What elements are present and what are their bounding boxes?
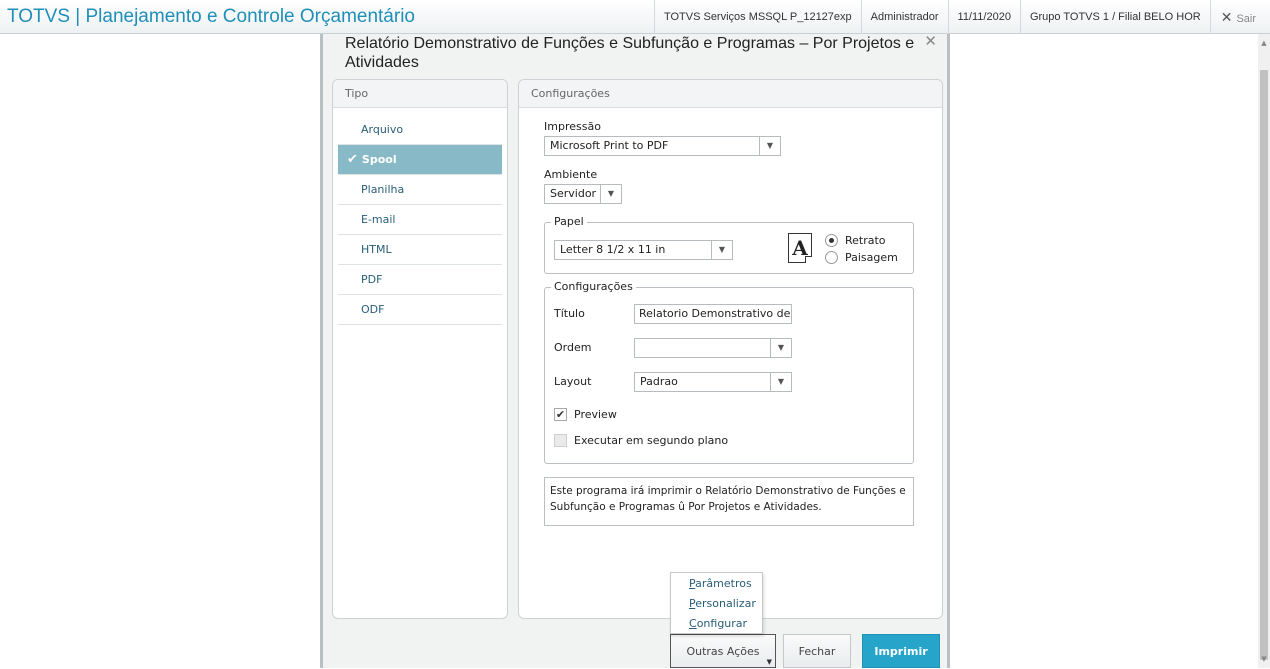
outras-acoes-menu: Parâmetros Personalizar Configurar (670, 572, 763, 634)
papel-fieldset: Papel Letter 8 1/2 x 11 in ▼ A Retrato P… (544, 215, 914, 274)
chevron-down-icon: ▼ (770, 339, 791, 357)
exit-label: Sair (1236, 13, 1256, 25)
impressao-select[interactable]: Microsoft Print to PDF ▼ (544, 136, 781, 156)
layout-label: Layout (554, 375, 592, 388)
close-icon[interactable]: ✕ (924, 32, 937, 50)
menu-item-configurar[interactable]: Configurar (689, 617, 747, 630)
segundo-plano-checkbox[interactable] (554, 434, 567, 447)
fechar-button[interactable]: Fechar (783, 634, 851, 668)
check-icon: ✔ (347, 152, 358, 167)
chevron-down-icon: ▼ (711, 241, 732, 259)
imprimir-button[interactable]: Imprimir (862, 634, 940, 668)
page-scrollbar[interactable]: ▲ ▼ (1258, 34, 1270, 668)
layout-select[interactable]: Padrao ▼ (634, 372, 792, 392)
print-dialog: Relatório Demonstrativo de Funções e Sub… (320, 32, 950, 668)
ambiente-label: Ambiente (544, 168, 598, 181)
impressao-value: Microsoft Print to PDF (550, 139, 669, 152)
titulo-label: Título (554, 307, 585, 320)
paper-size-value: Letter 8 1/2 x 11 in (560, 243, 666, 256)
scroll-down-icon[interactable]: ▼ (1258, 653, 1270, 665)
titulo-input[interactable]: Relatorio Demonstrativo de Fun (634, 304, 792, 324)
app-title: TOTVS | Planejamento e Controle Orçament… (7, 6, 415, 27)
date-label[interactable]: 11/11/2020 (947, 0, 1020, 34)
preview-checkbox[interactable]: ✔ (554, 408, 567, 421)
tipo-item-email[interactable]: E-mail (338, 205, 502, 235)
scroll-up-icon[interactable]: ▲ (1258, 37, 1270, 49)
chevron-down-icon: ▼ (770, 373, 791, 391)
ordem-label: Ordem (554, 341, 592, 354)
description-box: Este programa irá imprimir o Relatório D… (544, 477, 914, 526)
exit-button[interactable]: ✕ Sair (1209, 0, 1270, 34)
configuracoes-header: Configurações (519, 80, 942, 108)
tipo-item-pdf[interactable]: PDF (338, 265, 502, 295)
preview-label: Preview (574, 408, 617, 421)
ordem-select[interactable]: ▼ (634, 338, 792, 358)
segundo-plano-label: Executar em segundo plano (574, 434, 729, 447)
tipo-header: Tipo (333, 80, 507, 108)
menu-item-mnemonic: C (689, 617, 697, 630)
ambiente-select[interactable]: Servidor ▼ (544, 184, 622, 204)
user-label[interactable]: Administrador (860, 0, 948, 34)
tipo-item-arquivo[interactable]: Arquivo (338, 115, 502, 145)
top-bar-info: TOTVS Serviços MSSQL P_12127exp Administ… (653, 0, 1270, 34)
top-bar: TOTVS | Planejamento e Controle Orçament… (0, 0, 1270, 34)
tipo-item-label: Spool (361, 153, 397, 166)
tipo-item-spool[interactable]: ✔ Spool (338, 145, 502, 175)
close-icon: ✕ (1220, 9, 1233, 25)
config-legend: Configurações (551, 280, 636, 293)
paisagem-radio[interactable] (825, 251, 838, 264)
dialog-title: Relatório Demonstrativo de Funções e Sub… (345, 35, 915, 71)
paper-orientation-icon: A (788, 233, 812, 263)
menu-item-label: onfigurar (696, 617, 748, 630)
config-fieldset: Configurações Título Relatorio Demonstra… (544, 280, 914, 464)
layout-value: Padrao (640, 375, 678, 388)
configuracoes-panel: Configurações Impressão Microsoft Print … (518, 79, 943, 619)
tipo-item-html[interactable]: HTML (338, 235, 502, 265)
outras-acoes-button[interactable]: Outras Ações ▼ (670, 634, 776, 668)
branch-label[interactable]: Grupo TOTVS 1 / Filial BELO HOR (1019, 0, 1210, 34)
retrato-label: Retrato (845, 234, 886, 247)
papel-legend: Papel (551, 215, 587, 228)
menu-item-personalizar[interactable]: Personalizar (689, 597, 756, 610)
chevron-down-icon: ▼ (766, 658, 772, 666)
paper-size-select[interactable]: Letter 8 1/2 x 11 in ▼ (554, 240, 733, 260)
impressao-label: Impressão (544, 120, 601, 133)
menu-item-label: ersonalizar (695, 597, 756, 610)
scroll-thumb[interactable] (1260, 70, 1268, 660)
retrato-radio[interactable] (825, 234, 838, 247)
paisagem-label: Paisagem (845, 251, 898, 264)
environment-label[interactable]: TOTVS Serviços MSSQL P_12127exp (653, 0, 861, 34)
chevron-down-icon: ▼ (759, 137, 780, 155)
tipo-item-planilha[interactable]: Planilha (338, 175, 502, 205)
tipo-panel: Tipo Arquivo ✔ Spool Planilha E-mail HTML… (332, 79, 508, 619)
tipo-item-odf[interactable]: ODF (338, 295, 502, 325)
ambiente-value: Servidor (550, 187, 597, 200)
chevron-down-icon: ▼ (600, 185, 621, 203)
outras-acoes-label: Outras Ações (686, 645, 760, 658)
menu-item-parametros[interactable]: Parâmetros (689, 577, 752, 590)
menu-item-label: arâmetros (695, 577, 752, 590)
